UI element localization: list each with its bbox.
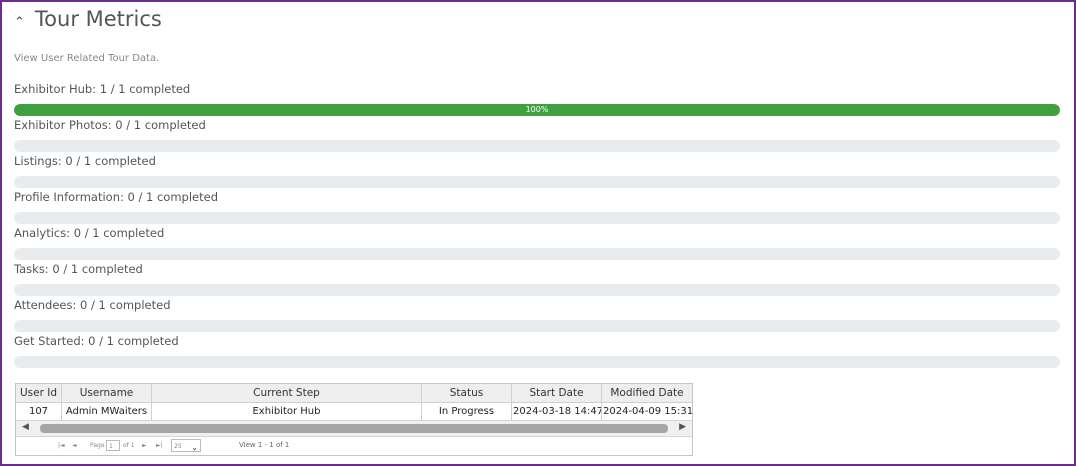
progress-bar: 100% (14, 104, 1060, 116)
step-item: Attendees: 0 / 1 completed (14, 297, 1060, 333)
panel-subtitle: View User Related Tour Data. (14, 53, 160, 64)
progress-bar (14, 284, 1060, 296)
first-page-icon[interactable]: |◄ (58, 442, 65, 449)
step-label: Attendees: 0 / 1 completed (14, 298, 171, 312)
step-item: Exhibitor Hub: 1 / 1 completed 100% (14, 81, 1060, 117)
step-label: Exhibitor Photos: 0 / 1 completed (14, 118, 206, 132)
column-header-username[interactable]: Username (62, 384, 152, 402)
column-header-user-id[interactable]: User Id (16, 384, 62, 402)
step-item: Listings: 0 / 1 completed (14, 153, 1060, 189)
page-title: Tour Metrics (34, 7, 162, 31)
table-row[interactable]: 107 Admin MWaiters Exhibitor Hub In Prog… (16, 403, 692, 421)
page-size-value: 25 (174, 443, 182, 450)
step-label: Tasks: 0 / 1 completed (14, 262, 143, 276)
cell-current-step: Exhibitor Hub (152, 403, 422, 420)
step-label: Analytics: 0 / 1 completed (14, 226, 165, 240)
last-page-icon[interactable]: ►| (156, 442, 163, 449)
scroll-right-icon[interactable]: ▶ (679, 422, 686, 432)
scrollbar-thumb[interactable] (40, 424, 668, 433)
progress-fill: 100% (14, 104, 1060, 116)
progress-bar (14, 320, 1060, 332)
progress-bar (14, 212, 1060, 224)
progress-bar (14, 356, 1060, 368)
cell-username: Admin MWaiters (62, 403, 152, 420)
step-item: Get Started: 0 / 1 completed (14, 333, 1060, 369)
step-list: Exhibitor Hub: 1 / 1 completed 100% Exhi… (14, 81, 1060, 369)
progress-bar (14, 140, 1060, 152)
step-item: Exhibitor Photos: 0 / 1 completed (14, 117, 1060, 153)
chevron-up-icon[interactable]: ⌃ (14, 16, 25, 29)
chevron-down-icon: ⌄ (191, 443, 198, 452)
step-label: Profile Information: 0 / 1 completed (14, 190, 219, 204)
cell-start-date: 2024-03-18 14:47:2 (512, 403, 602, 420)
cell-status: In Progress (422, 403, 512, 420)
column-header-modified-date[interactable]: Modified Date (602, 384, 692, 402)
column-header-status[interactable]: Status (422, 384, 512, 402)
grid-header: User Id Username Current Step Status Sta… (16, 384, 692, 403)
column-header-current-step[interactable]: Current Step (152, 384, 422, 402)
grid-pager: |◄ ◄ Page 1 of 1 ► ►| 25 ⌄ View 1 - 1 of … (16, 437, 692, 455)
scroll-left-icon[interactable]: ◀ (22, 422, 29, 432)
next-page-icon[interactable]: ► (142, 442, 147, 449)
page-size-select[interactable]: 25 ⌄ (171, 439, 201, 452)
cell-modified-date: 2024-04-09 15:31:4 (603, 406, 692, 417)
page-label: Page (90, 442, 105, 449)
tour-data-grid: User Id Username Current Step Status Sta… (15, 383, 693, 456)
cell-user-id: 107 (16, 403, 62, 420)
horizontal-scrollbar[interactable]: ◀ ▶ (16, 421, 692, 437)
page-of-label: of 1 (123, 442, 135, 449)
panel-header[interactable]: ⌃ Tour Metrics (14, 7, 162, 31)
progress-bar (14, 248, 1060, 260)
step-label: Exhibitor Hub: 1 / 1 completed (14, 82, 191, 96)
step-item: Tasks: 0 / 1 completed (14, 261, 1060, 297)
step-label: Get Started: 0 / 1 completed (14, 334, 179, 348)
step-item: Profile Information: 0 / 1 completed (14, 189, 1060, 225)
tour-metrics-panel: ⌃ Tour Metrics View User Related Tour Da… (0, 0, 1076, 466)
step-item: Analytics: 0 / 1 completed (14, 225, 1060, 261)
step-label: Listings: 0 / 1 completed (14, 154, 156, 168)
view-records-text: View 1 - 1 of 1 (239, 441, 290, 449)
page-input[interactable]: 1 (106, 440, 120, 451)
progress-bar (14, 176, 1060, 188)
column-header-start-date[interactable]: Start Date (512, 384, 602, 402)
prev-page-icon[interactable]: ◄ (72, 442, 77, 449)
